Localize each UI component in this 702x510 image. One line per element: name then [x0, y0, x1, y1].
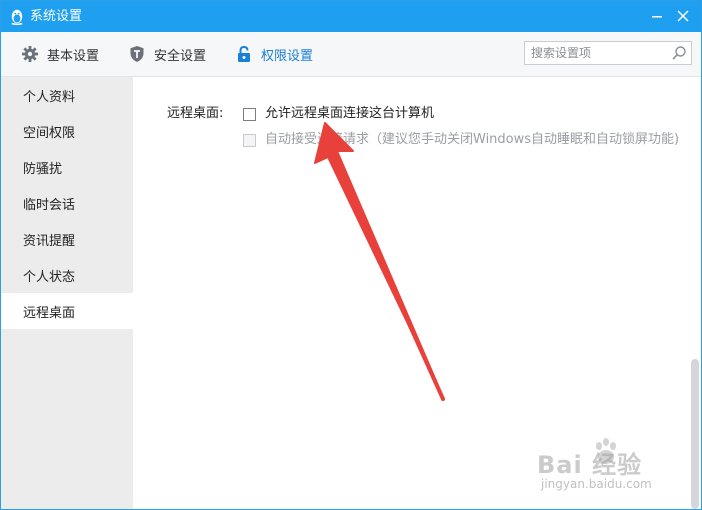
- sidebar: 个人资料 空间权限 防骚扰 临时会话 资讯提醒 个人状态 远程桌面: [1, 77, 133, 509]
- remote-desktop-section-label: 远程桌面:: [167, 106, 224, 121]
- sidebar-item-temporary-chat[interactable]: 临时会话: [1, 185, 133, 221]
- sidebar-item-label: 个人资料: [23, 89, 76, 105]
- auto-accept-option: 自动接受连接请求（建议您手动关闭Windows自动睡眠和自动锁屏功能): [243, 131, 679, 149]
- tab-permission-settings-label: 权限设置: [261, 48, 314, 64]
- search-input[interactable]: [525, 42, 665, 64]
- title-bar[interactable]: 系统设置: [1, 1, 701, 32]
- tab-security-settings[interactable]: 安全设置: [128, 32, 206, 76]
- allow-remote-desktop-option[interactable]: 允许远程桌面连接这台计算机: [243, 105, 434, 123]
- tab-basic-settings[interactable]: 基本设置: [21, 32, 99, 76]
- close-button[interactable]: [671, 5, 695, 27]
- search-box[interactable]: [524, 41, 692, 65]
- tab-permission-settings[interactable]: 权限设置: [235, 32, 313, 76]
- sidebar-item-label: 远程桌面: [23, 305, 76, 321]
- sidebar-item-profile[interactable]: 个人资料: [1, 77, 133, 113]
- sidebar-item-remote-desktop[interactable]: 远程桌面: [1, 293, 133, 329]
- gear-icon: [21, 45, 39, 63]
- shield-icon: [128, 45, 146, 63]
- search-icon[interactable]: [671, 45, 687, 61]
- baidu-jingyan-watermark: Bai 经验 jingyan.baidu.com: [537, 437, 667, 497]
- penguin-icon: [9, 8, 25, 26]
- scrollbar[interactable]: [688, 77, 701, 509]
- sidebar-item-label: 防骚扰: [23, 161, 63, 177]
- sidebar-item-label: 资讯提醒: [23, 233, 76, 249]
- allow-remote-desktop-checkbox[interactable]: [243, 107, 256, 121]
- close-icon: [677, 10, 689, 22]
- watermark-url: jingyan.baidu.com: [541, 477, 652, 491]
- auto-accept-checkbox: [243, 133, 256, 147]
- tab-basic-settings-label: 基本设置: [47, 48, 100, 64]
- sidebar-item-label: 空间权限: [23, 125, 76, 141]
- sidebar-item-label: 个人状态: [23, 269, 76, 285]
- window-title: 系统设置: [30, 9, 83, 24]
- settings-window: 系统设置 基本设置 安全设置 权限设置 搜索设置项 个人资料 空间权限 防骚扰 …: [0, 0, 702, 510]
- auto-accept-label: 自动接受连接请求（建议您手动关闭Windows自动睡眠和自动锁屏功能): [265, 132, 680, 147]
- sidebar-item-news-alerts[interactable]: 资讯提醒: [1, 221, 133, 257]
- tab-security-settings-label: 安全设置: [154, 48, 207, 64]
- minimize-button[interactable]: [645, 5, 669, 27]
- sidebar-item-label: 临时会话: [23, 197, 76, 213]
- toolbar: 基本设置 安全设置 权限设置: [1, 32, 701, 77]
- sidebar-item-personal-status[interactable]: 个人状态: [1, 257, 133, 293]
- lock-icon: [235, 45, 253, 63]
- scrollbar-thumb[interactable]: [691, 359, 699, 509]
- allow-remote-desktop-label: 允许远程桌面连接这台计算机: [265, 106, 435, 121]
- sidebar-item-anti-harassment[interactable]: 防骚扰: [1, 149, 133, 185]
- sidebar-item-space-permissions[interactable]: 空间权限: [1, 113, 133, 149]
- watermark-brand: Bai 经验: [537, 451, 643, 479]
